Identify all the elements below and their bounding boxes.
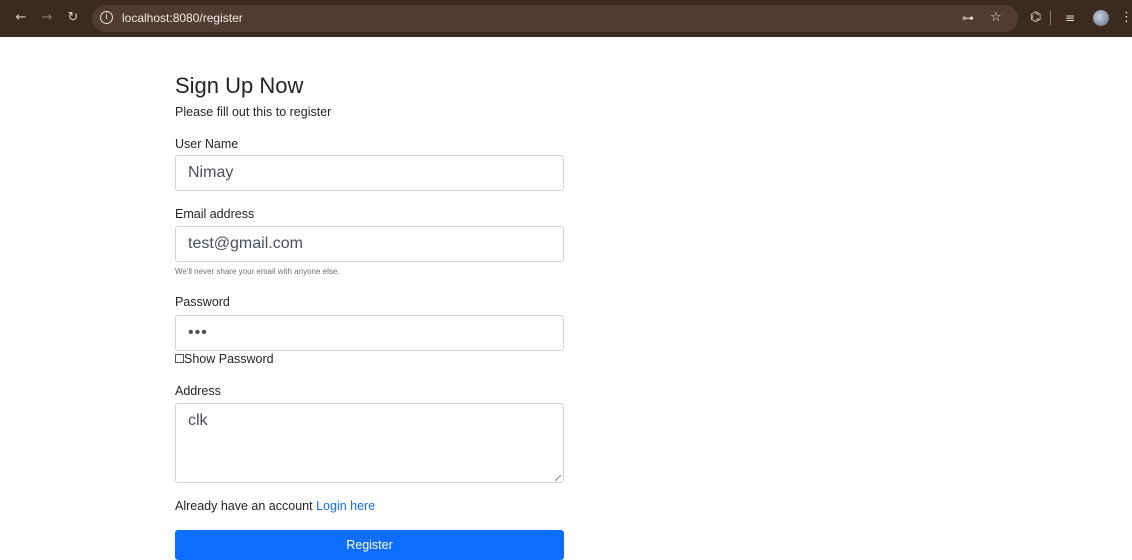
- kebab-menu-icon[interactable]: ⋮: [1120, 9, 1132, 27]
- address-label: Address: [175, 384, 221, 398]
- login-link[interactable]: Login here: [316, 499, 375, 513]
- reload-icon[interactable]: ↻: [64, 9, 82, 27]
- resize-handle-icon[interactable]: [555, 475, 561, 481]
- star-icon[interactable]: ☆: [990, 9, 1002, 27]
- url-text[interactable]: localhost:8080/register: [122, 10, 243, 26]
- username-label: User Name: [175, 137, 239, 151]
- username-input[interactable]: [175, 155, 564, 191]
- register-button[interactable]: Register: [175, 530, 564, 560]
- login-prompt: Already have an account Login here: [175, 498, 375, 514]
- browser-toolbar: ← → ↻ i localhost:8080/register ⊶ ☆ ⌬ ≡ …: [0, 0, 1132, 37]
- email-label: Email address: [175, 207, 255, 221]
- page-subtitle: Please fill out this to register: [175, 105, 332, 119]
- page-title: Sign Up Now: [175, 73, 304, 98]
- password-input[interactable]: [175, 315, 564, 351]
- arrow-right-icon[interactable]: →: [38, 9, 56, 27]
- login-prompt-text: Already have an account: [175, 499, 317, 513]
- show-password-label[interactable]: Show Password: [184, 352, 274, 366]
- puzzle-icon[interactable]: ⌬: [1030, 9, 1041, 27]
- info-icon[interactable]: i: [100, 11, 113, 24]
- email-help-text: We'll never share your email with anyone…: [175, 267, 340, 276]
- show-password-checkbox[interactable]: [175, 354, 184, 363]
- address-textarea[interactable]: clk: [175, 403, 564, 483]
- key-icon[interactable]: ⊶: [962, 9, 974, 27]
- avatar[interactable]: [1093, 10, 1109, 26]
- toolbar-divider: [1050, 11, 1051, 25]
- reading-list-icon[interactable]: ≡: [1065, 9, 1075, 27]
- arrow-left-icon[interactable]: ←: [12, 9, 30, 27]
- email-input[interactable]: [175, 226, 564, 262]
- password-label: Password: [175, 295, 230, 309]
